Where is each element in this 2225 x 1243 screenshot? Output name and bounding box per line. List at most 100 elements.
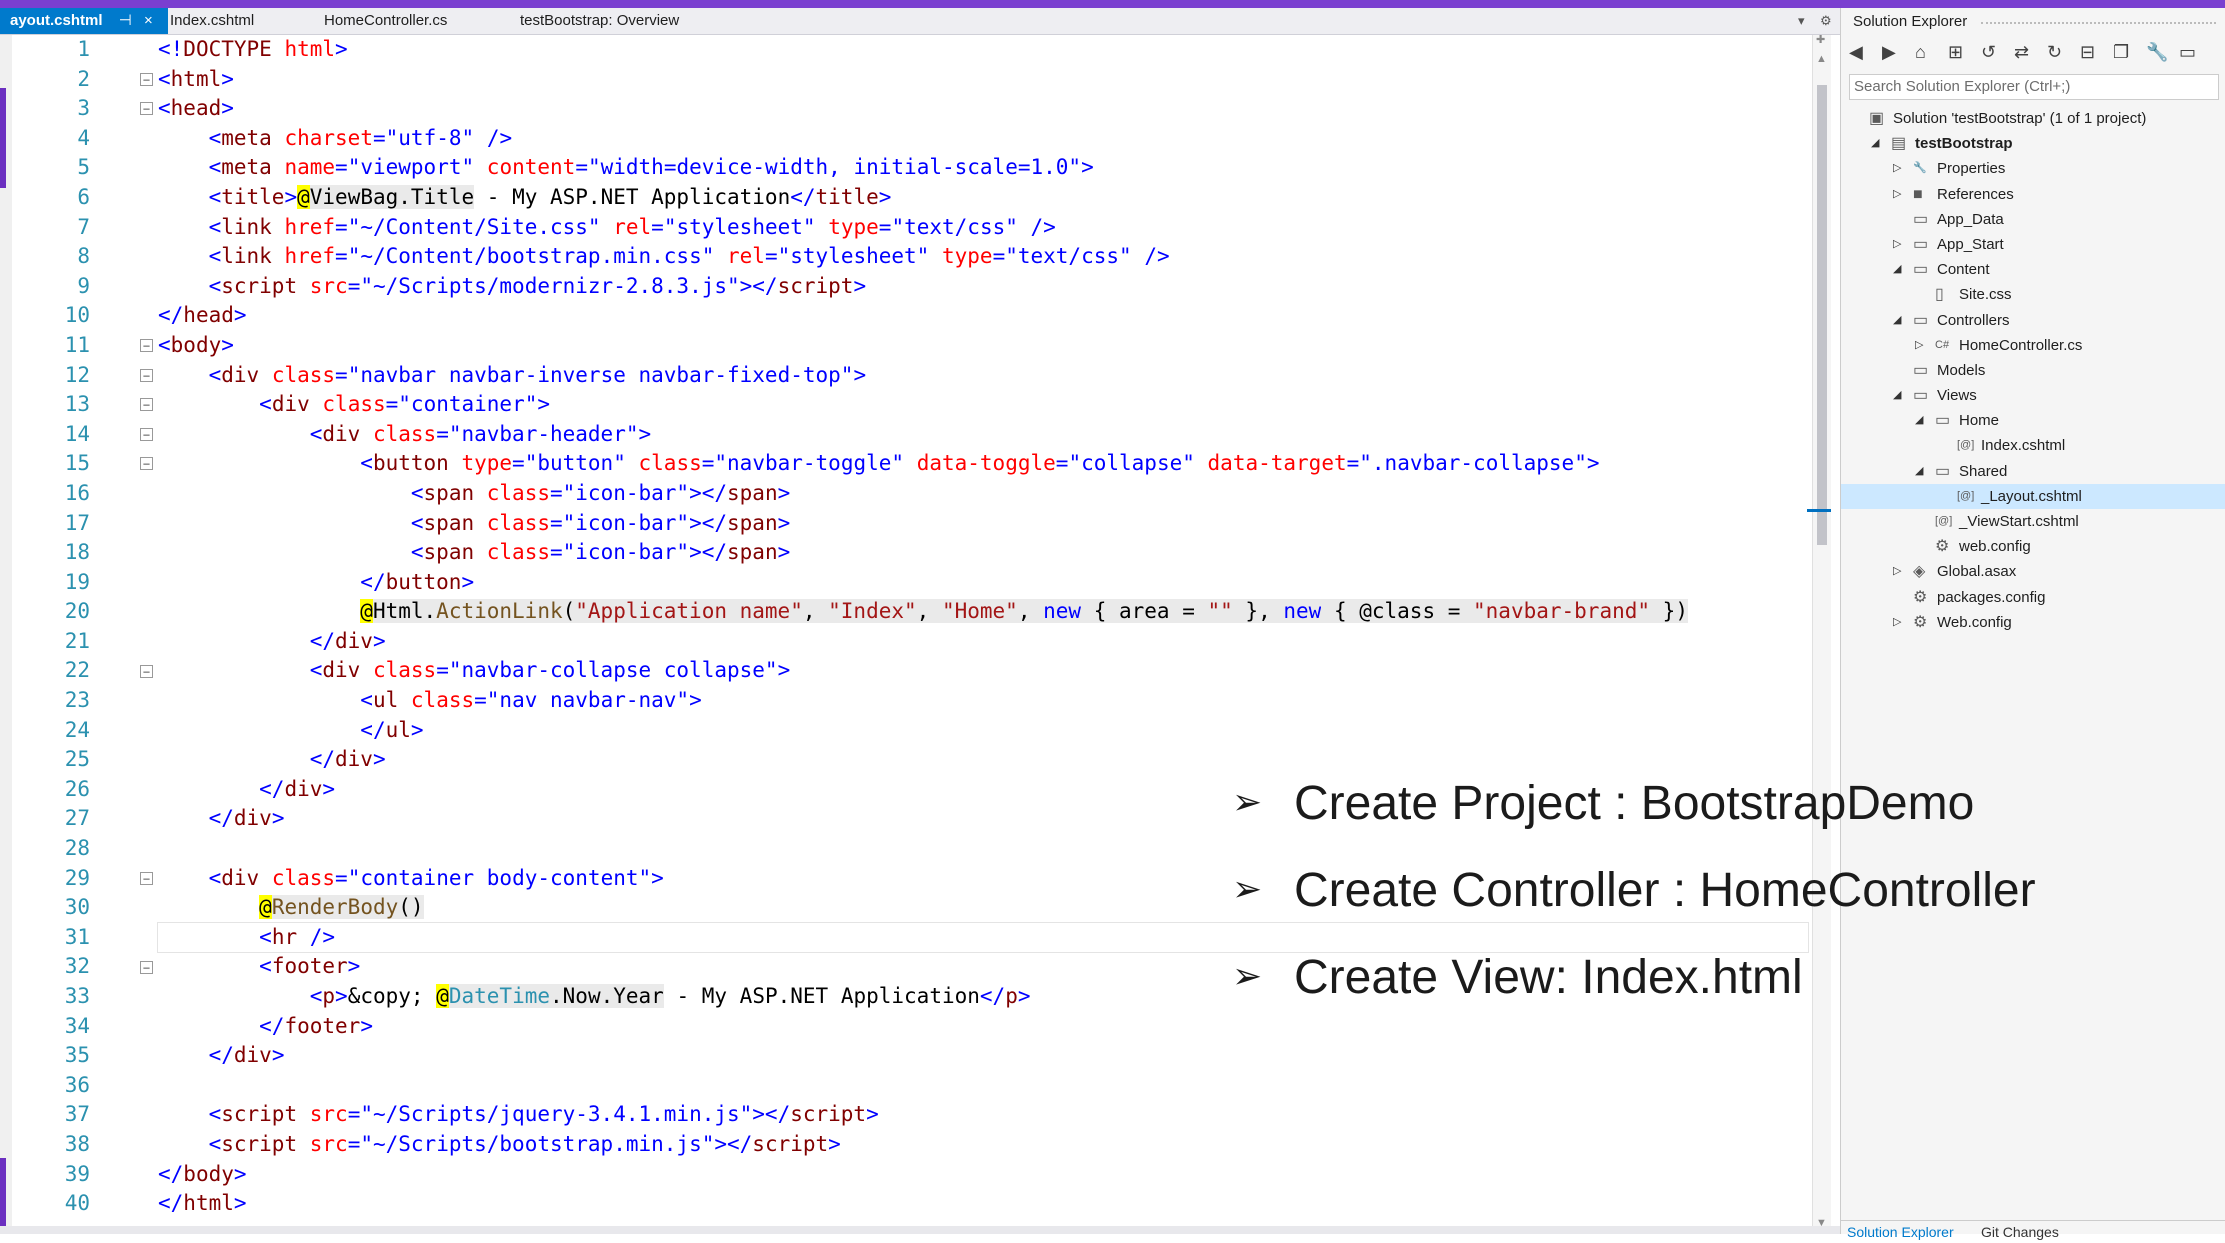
- preview-icon[interactable]: ▭: [2179, 42, 2196, 63]
- tree-item[interactable]: ▷ ▭ App_Start: [1841, 232, 2225, 257]
- tree-item[interactable]: ▯ Site.css: [1841, 282, 2225, 307]
- tree-item[interactable]: ▭ App_Data: [1841, 207, 2225, 232]
- expanded-chevron-icon[interactable]: ◢: [1871, 131, 1879, 156]
- close-icon[interactable]: ×: [144, 12, 153, 29]
- code-line[interactable]: @Html.ActionLink("Application name", "In…: [158, 597, 1808, 627]
- collapsed-chevron-icon[interactable]: ▷: [1893, 182, 1901, 207]
- code-line[interactable]: <link href="~/Content/Site.css" rel="sty…: [158, 213, 1808, 243]
- code-line[interactable]: </button>: [158, 568, 1808, 598]
- tree-item[interactable]: ▷ ⚙ Web.config: [1841, 610, 2225, 635]
- scrollbar-thumb[interactable]: [1817, 85, 1827, 545]
- tree-item[interactable]: ◢ ▭ Home: [1841, 408, 2225, 433]
- code-line[interactable]: <span class="icon-bar"></span>: [158, 479, 1808, 509]
- code-line[interactable]: <div class="navbar-header">: [158, 420, 1808, 450]
- code-line[interactable]: </html>: [158, 1189, 1808, 1219]
- collapsed-chevron-icon[interactable]: ▷: [1893, 232, 1901, 257]
- collapse-region-icon[interactable]: −: [140, 664, 153, 678]
- forward-icon[interactable]: ▶: [1882, 42, 1896, 63]
- tab-layout-cshtml[interactable]: ayout.cshtml ⊣ ×: [0, 8, 168, 34]
- editor-vertical-scrollbar[interactable]: ✚ ▲ ▼: [1807, 33, 1831, 1234]
- switch-views-icon[interactable]: ⊞: [1948, 42, 1963, 63]
- collapse-region-icon[interactable]: −: [140, 960, 153, 974]
- collapse-region-icon[interactable]: −: [140, 871, 153, 885]
- code-line[interactable]: <html>: [158, 65, 1808, 95]
- code-line[interactable]: <link href="~/Content/bootstrap.min.css"…: [158, 242, 1808, 272]
- expanded-chevron-icon[interactable]: ◢: [1893, 257, 1901, 282]
- code-line[interactable]: <script src="~/Scripts/jquery-3.4.1.min.…: [158, 1100, 1808, 1130]
- expanded-chevron-icon[interactable]: ◢: [1893, 383, 1901, 408]
- panel-title-grip[interactable]: [1981, 22, 2216, 28]
- pin-icon[interactable]: ⊣: [119, 12, 132, 29]
- code-editor[interactable]: 1 2 3 4 5 6 7 8 9 10 11 12 13 14 15 16 17 18 19 20 21 22 23 24 2…: [12, 35, 1812, 1234]
- tree-item[interactable]: ▷ 🔧 Properties: [1841, 156, 2225, 181]
- collapse-region-icon[interactable]: −: [140, 457, 153, 471]
- collapsed-chevron-icon[interactable]: ▷: [1893, 610, 1901, 635]
- tree-item[interactable]: ◢ ▭ Controllers: [1841, 308, 2225, 333]
- collapsed-chevron-icon[interactable]: ▷: [1893, 559, 1901, 584]
- expanded-chevron-icon[interactable]: ◢: [1915, 459, 1923, 484]
- expanded-chevron-icon[interactable]: ◢: [1915, 408, 1923, 433]
- tree-item[interactable]: [@] _ViewStart.cshtml: [1841, 509, 2225, 534]
- scroll-up-icon[interactable]: ▲: [1816, 53, 1827, 65]
- code-line[interactable]: </ul>: [158, 716, 1808, 746]
- tab-testbootstrap-overview[interactable]: testBootstrap: Overview: [510, 8, 689, 34]
- code-line[interactable]: </div>: [158, 627, 1808, 657]
- collapsed-chevron-icon[interactable]: ▷: [1915, 333, 1923, 358]
- tree-item[interactable]: [@] Index.cshtml: [1841, 433, 2225, 458]
- code-line[interactable]: </body>: [158, 1160, 1808, 1190]
- show-all-files-icon[interactable]: ❐: [2113, 42, 2129, 63]
- code-line[interactable]: <meta name="viewport" content="width=dev…: [158, 153, 1808, 183]
- code-line[interactable]: <body>: [158, 331, 1808, 361]
- tree-item[interactable]: ▣ Solution 'testBootstrap' (1 of 1 projec…: [1841, 106, 2225, 131]
- code-line[interactable]: <button type="button" class="navbar-togg…: [158, 449, 1808, 479]
- tab-homecontroller-cs[interactable]: HomeController.cs: [314, 8, 457, 34]
- collapse-region-icon[interactable]: −: [140, 427, 153, 441]
- collapse-region-icon[interactable]: −: [140, 368, 153, 382]
- collapse-region-icon[interactable]: −: [140, 72, 153, 86]
- collapse-region-icon[interactable]: −: [140, 102, 153, 116]
- code-text-area[interactable]: <!DOCTYPE html> <html> <head> <meta charse…: [157, 35, 1809, 1219]
- tab-git-changes[interactable]: Git Changes: [1981, 1221, 2059, 1243]
- tree-item[interactable]: ▷ C# HomeController.cs: [1841, 333, 2225, 358]
- code-line[interactable]: <div class="navbar-collapse collapse">: [158, 656, 1808, 686]
- collapse-all-icon[interactable]: ⊟: [2080, 42, 2095, 63]
- search-input[interactable]: Search Solution Explorer (Ctrl+;): [1849, 74, 2219, 100]
- home-icon[interactable]: ⌂: [1915, 42, 1926, 63]
- properties-wrench-icon[interactable]: 🔧: [2146, 42, 2168, 63]
- code-line[interactable]: </head>: [158, 301, 1808, 331]
- collapsed-chevron-icon[interactable]: ▷: [1893, 156, 1901, 181]
- expanded-chevron-icon[interactable]: ◢: [1893, 308, 1901, 333]
- code-line[interactable]: <!DOCTYPE html>: [158, 35, 1808, 65]
- split-icon[interactable]: ✚: [1816, 33, 1825, 46]
- back-icon[interactable]: ◀: [1849, 42, 1863, 63]
- code-line[interactable]: <meta charset="utf-8" />: [158, 124, 1808, 154]
- chevron-down-icon[interactable]: ▾: [1798, 8, 1805, 34]
- code-line[interactable]: <span class="icon-bar"></span>: [158, 509, 1808, 539]
- code-line[interactable]: <span class="icon-bar"></span>: [158, 538, 1808, 568]
- tree-item[interactable]: ◢ ▭ Shared: [1841, 459, 2225, 484]
- code-line[interactable]: [158, 834, 1808, 864]
- code-line[interactable]: <hr />: [157, 921, 1809, 954]
- code-line[interactable]: </div>: [158, 745, 1808, 775]
- tree-item[interactable]: ◢ ▭ Views: [1841, 383, 2225, 408]
- code-line[interactable]: <head>: [158, 94, 1808, 124]
- code-line[interactable]: </footer>: [158, 1012, 1808, 1042]
- tree-item[interactable]: ⚙ packages.config: [1841, 585, 2225, 610]
- code-line[interactable]: <title>@ViewBag.Title - My ASP.NET Appli…: [158, 183, 1808, 213]
- collapse-region-icon[interactable]: −: [140, 398, 153, 412]
- refresh-icon[interactable]: ↻: [2047, 42, 2062, 63]
- code-line[interactable]: [158, 1071, 1808, 1101]
- code-line[interactable]: <script src="~/Scripts/modernizr-2.8.3.j…: [158, 272, 1808, 302]
- code-line[interactable]: <div class="navbar navbar-inverse navbar…: [158, 361, 1808, 391]
- code-line[interactable]: <script src="~/Scripts/bootstrap.min.js"…: [158, 1130, 1808, 1160]
- tree-item[interactable]: ▷ ■ References: [1841, 182, 2225, 207]
- collapse-region-icon[interactable]: −: [140, 339, 153, 352]
- tree-item[interactable]: ⚙ web.config: [1841, 534, 2225, 559]
- tree-item[interactable]: ▭ Models: [1841, 358, 2225, 383]
- tab-index-cshtml[interactable]: Index.cshtml: [160, 8, 264, 34]
- tree-item[interactable]: ◢ ▤ testBootstrap: [1841, 131, 2225, 156]
- tree-item[interactable]: [@] _Layout.cshtml: [1841, 483, 2225, 509]
- gear-icon[interactable]: ⚙: [1820, 8, 1832, 34]
- sync-icon[interactable]: ⇄: [2014, 42, 2029, 63]
- tree-item[interactable]: ▷ ◈ Global.asax: [1841, 559, 2225, 584]
